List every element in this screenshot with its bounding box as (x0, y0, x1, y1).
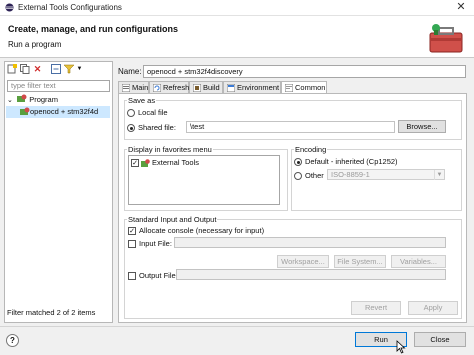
output-file-checkbox[interactable] (128, 272, 136, 280)
launch-config-icon (20, 107, 30, 115)
revert-button[interactable]: Revert (351, 301, 401, 315)
close-window-button[interactable]: ✕ (452, 1, 470, 14)
name-label: Name: (118, 67, 142, 76)
header-banner: Create, manage, and run configurations R… (0, 16, 474, 58)
filter-status: Filter matched 2 of 2 items (7, 308, 96, 317)
eclipse-icon (5, 3, 14, 12)
window-title: External Tools Configurations (18, 3, 122, 12)
input-file-label: Input File: (139, 239, 172, 248)
collapse-all-icon[interactable] (50, 64, 61, 75)
footer-separator (0, 326, 474, 327)
environment-icon (227, 84, 235, 92)
local-file-label: Local file (138, 108, 168, 117)
encoding-select[interactable]: ISO-8859-1 ▼ (327, 169, 445, 180)
allocate-console-checkbox[interactable]: ✓ (128, 227, 136, 235)
shared-file-input[interactable]: \test (186, 121, 395, 133)
filter-icon[interactable] (62, 64, 75, 75)
default-encoding-radio[interactable] (294, 158, 302, 166)
title-bar: External Tools Configurations ✕ (0, 0, 474, 16)
other-encoding-label: Other (305, 171, 324, 180)
browse-button[interactable]: Browse... (398, 120, 446, 133)
file-system-button[interactable]: File System... (334, 255, 386, 268)
allocate-console-label: Allocate console (necessary for input) (139, 226, 265, 235)
other-encoding-radio[interactable] (294, 172, 302, 180)
tree-item-label: openocd + stm32f4d (30, 107, 99, 116)
common-tab-panel: Save as Local file Shared file: \test Br… (118, 93, 467, 323)
left-toolbar: ✕ ▼ (4, 64, 109, 76)
favorites-list: ✓ External Tools (128, 155, 280, 205)
chevron-down-icon: ▼ (434, 170, 444, 180)
apply-button[interactable]: Apply (408, 301, 458, 315)
favorites-title: Display in favorites menu (127, 145, 213, 154)
output-file-field[interactable] (176, 269, 446, 280)
std-io-title: Standard Input and Output (127, 215, 218, 224)
common-icon (285, 84, 293, 92)
tree-item-label: Program (29, 95, 58, 104)
main-tab-icon (122, 84, 130, 92)
page-subtitle: Run a program (8, 40, 62, 49)
input-file-field[interactable] (174, 237, 446, 248)
default-encoding-label: Default - inherited (Cp1252) (305, 157, 398, 166)
encoding-title: Encoding (294, 145, 328, 154)
favorite-label: External Tools (152, 158, 199, 167)
filter-input[interactable]: type filter text (7, 80, 110, 92)
new-configuration-icon[interactable] (6, 64, 17, 75)
toolbox-icon (429, 24, 463, 53)
workspace-button[interactable]: Workspace... (277, 255, 329, 268)
dropdown-icon[interactable]: ▼ (74, 64, 85, 75)
variables-button[interactable]: Variables... (391, 255, 446, 268)
output-file-label: Output File: (139, 271, 178, 280)
refresh-icon (153, 84, 161, 92)
save-as-title: Save as (127, 96, 157, 105)
input-file-checkbox[interactable] (128, 240, 136, 248)
shared-file-radio[interactable] (127, 124, 135, 132)
build-icon (193, 84, 201, 92)
delete-icon[interactable]: ✕ (32, 64, 43, 75)
page-title: Create, manage, and run configurations (8, 24, 179, 34)
program-icon (17, 94, 27, 102)
name-field[interactable]: openocd + stm32f4discovery (143, 65, 466, 78)
external-tools-icon (141, 159, 150, 167)
configuration-tree: ⌄ Program openocd + stm32f4d (6, 94, 110, 118)
duplicate-icon[interactable] (19, 64, 30, 75)
close-button[interactable]: Close (414, 332, 466, 347)
favorites-item-external-tools[interactable]: ✓ External Tools (131, 158, 271, 168)
mouse-cursor-icon (396, 340, 406, 354)
shared-file-label: Shared file: (138, 123, 176, 132)
tree-item-openocd[interactable]: openocd + stm32f4d (6, 106, 110, 118)
local-file-radio[interactable] (127, 109, 135, 117)
favorite-checkbox[interactable]: ✓ (131, 159, 139, 167)
help-icon[interactable]: ? (6, 334, 19, 347)
tree-item-program[interactable]: ⌄ Program (6, 94, 110, 106)
